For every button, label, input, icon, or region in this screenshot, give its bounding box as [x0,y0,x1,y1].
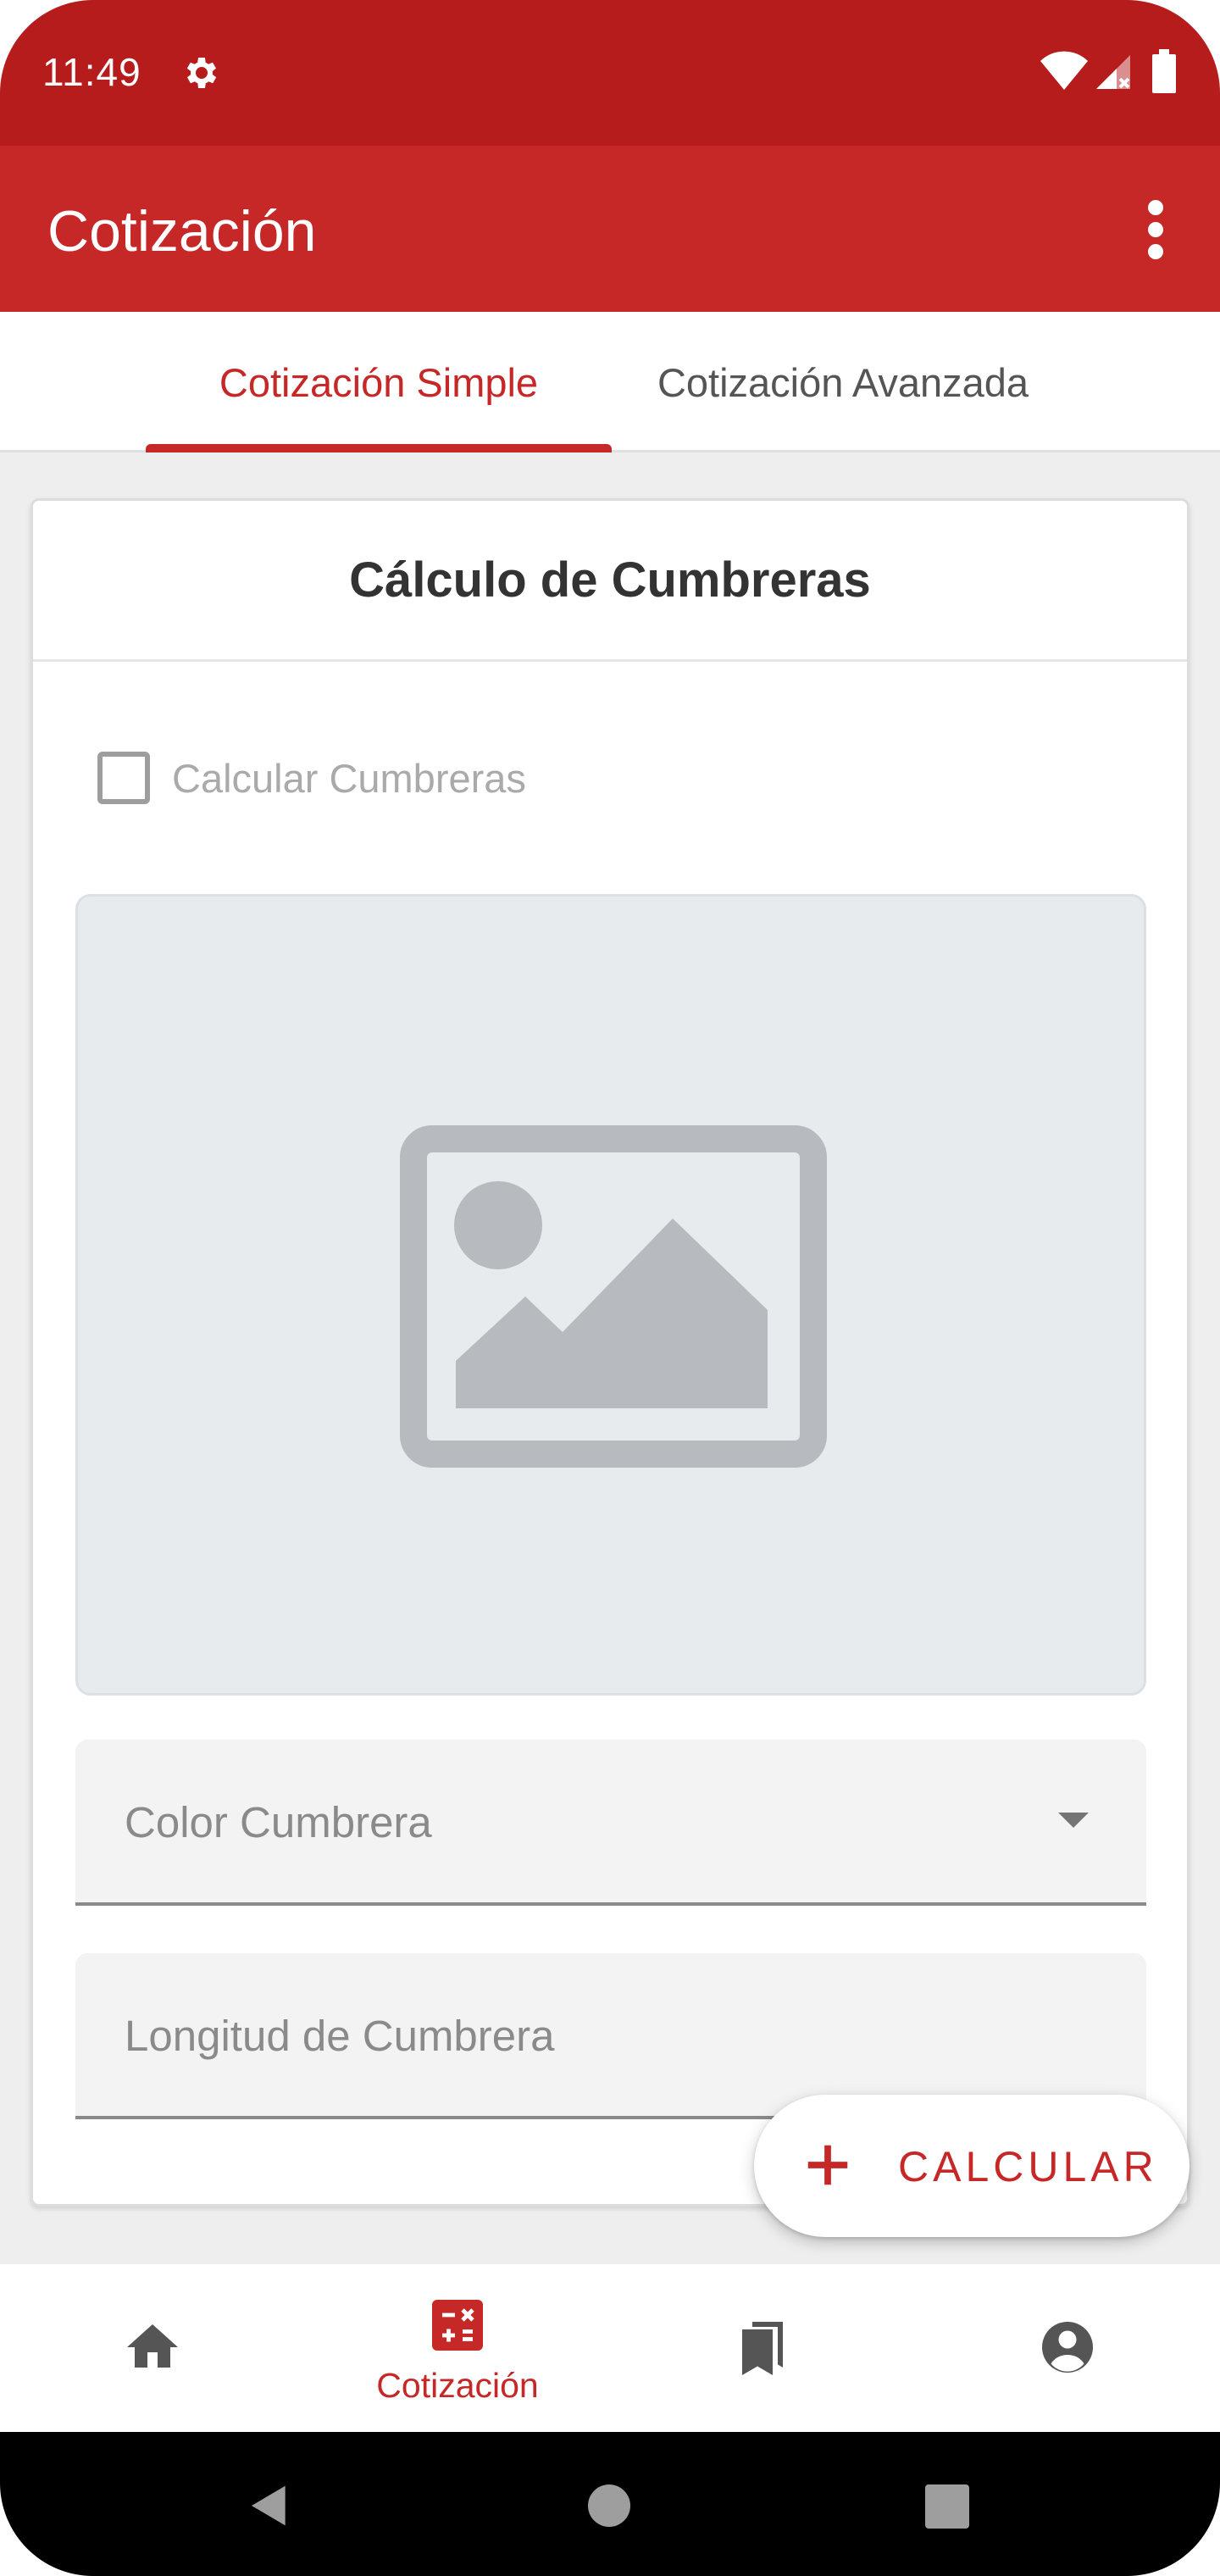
app-bar: Cotización [0,146,1220,312]
home-circle-icon[interactable] [588,2484,630,2527]
image-placeholder [75,894,1146,1696]
bookmarks-icon [742,2322,783,2375]
color-cumbrera-placeholder: Color Cumbrera [125,1798,432,1846]
battery-icon [1152,49,1176,93]
nav-label-cotizacion: Cotización [376,2366,539,2405]
more-vert-icon[interactable] [1135,188,1176,269]
tab-bar: Cotización Simple Cotización Avanzada [0,312,1220,452]
nav-item-cotizacion[interactable]: Cotización [373,2264,542,2432]
cumbreras-card: Cálculo de Cumbreras Calcular Cumbreras … [30,498,1190,2207]
back-icon[interactable] [246,2481,293,2530]
image-icon [400,1125,827,1468]
phone-screen: 11:49 Cotización Cotización Simple Cotiz… [0,0,1220,2576]
calcular-label: CALCULAR [898,2143,1158,2190]
cell-signal-icon [1096,55,1130,89]
page-title: Cotización [47,199,317,264]
wifi-icon [1040,51,1088,90]
home-icon [127,2324,178,2368]
plus-icon [807,2145,848,2185]
gear-icon [186,58,217,88]
color-cumbrera-select[interactable]: Color Cumbrera [75,1740,1146,1906]
nav-item-saved[interactable] [678,2264,847,2432]
tab-cotizacion-avanzada[interactable]: Cotización Avanzada [610,312,1076,452]
card-title: Cálculo de Cumbreras [33,501,1187,662]
nav-item-profile[interactable] [983,2264,1152,2432]
checkbox-label: Calcular Cumbreras [172,755,526,801]
status-bar: 11:49 [0,0,1220,146]
recents-icon[interactable] [925,2484,969,2529]
account-circle-icon [1042,2322,1093,2373]
nav-item-home[interactable] [68,2264,237,2432]
tab-cotizacion-simple[interactable]: Cotización Simple [146,312,612,452]
arrow-drop-down-icon [1058,1813,1089,1828]
system-navigation-bar [0,2432,1220,2576]
calcular-cumbreras-checkbox-row[interactable]: Calcular Cumbreras [97,748,526,808]
calcular-button[interactable]: CALCULAR [754,2095,1190,2237]
calcular-cumbreras-checkbox[interactable] [97,752,150,804]
status-time: 11:49 [42,50,141,94]
tab-indicator [146,444,612,452]
longitud-cumbrera-placeholder: Longitud de Cumbrera [125,2012,555,2060]
calculator-icon [432,2300,483,2351]
bottom-navigation: Cotización [0,2264,1220,2432]
